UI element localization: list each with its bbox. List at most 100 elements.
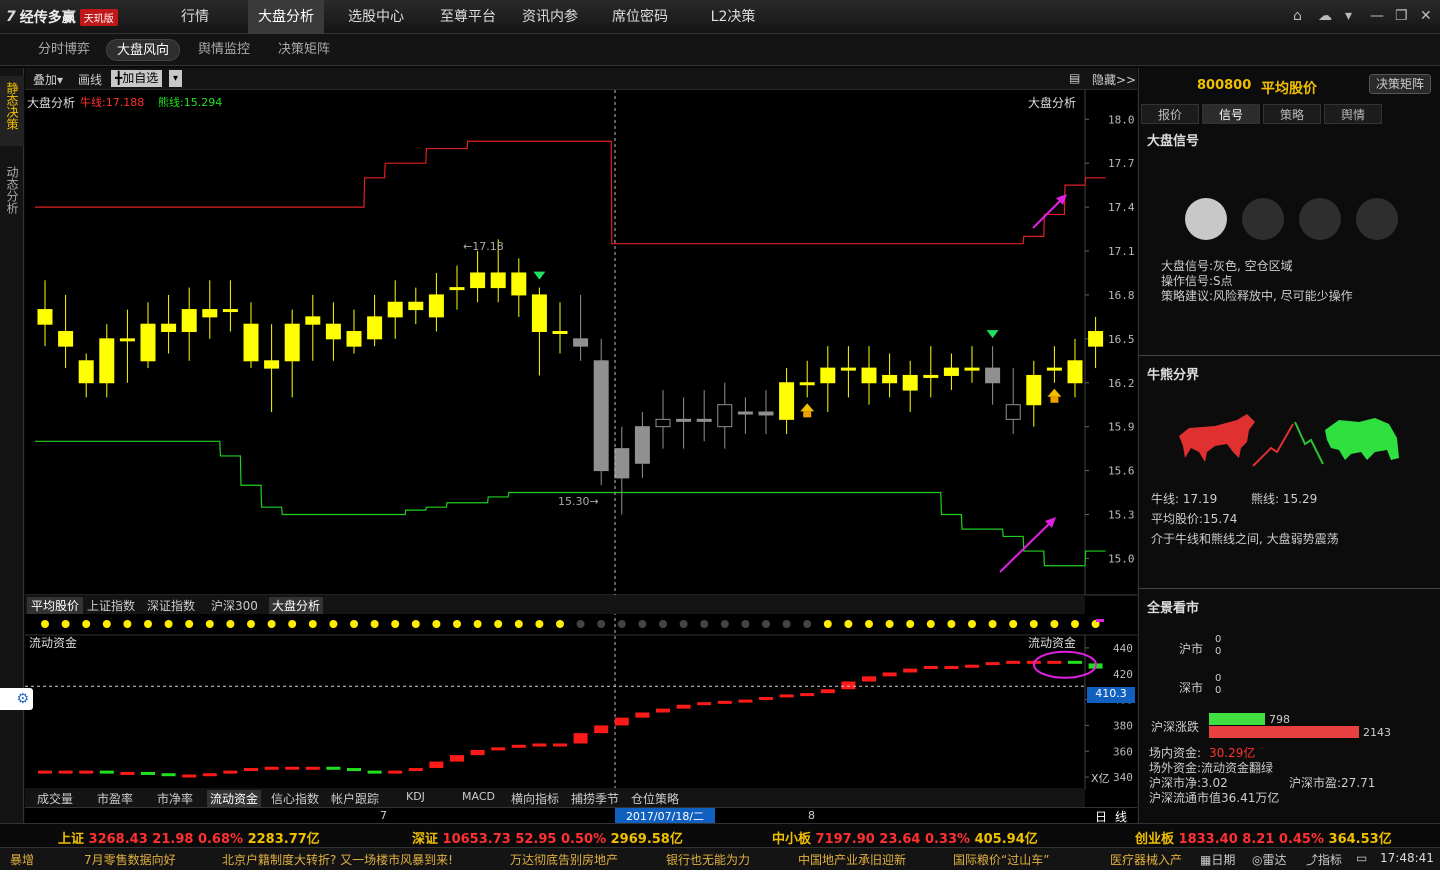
decision-matrix-button[interactable]: 决策矩阵: [1369, 74, 1431, 94]
news-item[interactable]: 中国地产业承旧迎新: [798, 851, 906, 868]
tab-signal[interactable]: 信号: [1202, 104, 1260, 124]
chevron-down-icon[interactable]: ▾: [1345, 8, 1352, 24]
radar-button[interactable]: ◎雷达: [1252, 851, 1287, 868]
news-item[interactable]: 银行也无能为力: [666, 851, 750, 868]
logo-mark-icon: 7: [6, 9, 16, 25]
nav-stock-picker[interactable]: 选股中心: [336, 0, 416, 34]
minimize-icon[interactable]: —: [1370, 8, 1384, 24]
nav-market[interactable]: 行情: [150, 0, 240, 34]
tab-volume[interactable]: 成交量: [37, 790, 73, 807]
candle-body: [408, 301, 424, 311]
tab-quote[interactable]: 报价: [1141, 104, 1199, 124]
tab-static-decision[interactable]: 静态决策: [0, 76, 24, 146]
news-item[interactable]: 医疗器械入产: [1110, 851, 1182, 868]
tab-dynamic-analysis[interactable]: 动态分析: [0, 160, 24, 230]
flow-bar: [965, 664, 979, 668]
news-item[interactable]: 暴增: [10, 851, 34, 868]
candle-body: [573, 338, 589, 347]
flow-bar: [182, 774, 197, 778]
tab-hs300[interactable]: 沪深300: [211, 597, 258, 614]
indicator-icon: ⤴: [1306, 853, 1319, 867]
ticker-sz[interactable]: 深证 10653.73 52.95 0.50% 2969.58亿: [412, 828, 683, 847]
tab-season[interactable]: 捕捞季节: [571, 790, 619, 807]
tab-dynamic-analysis-label: 动态分析: [5, 166, 19, 214]
nav-platform[interactable]: 至尊平台: [428, 0, 508, 34]
news-item[interactable]: 7月零售数据向好: [84, 851, 176, 868]
indicator-tab-strip: 成交量 市盈率 市净率 流动资金 信心指数 帐户跟踪 KDJ MACD 横向指标…: [25, 788, 1085, 807]
signal-dot: [782, 620, 791, 628]
tab-intraday[interactable]: 分时博弈: [28, 39, 100, 61]
tab-account-track[interactable]: 帐户跟踪: [331, 790, 379, 807]
maximize-icon[interactable]: ❐: [1395, 8, 1408, 24]
home-icon[interactable]: ⌂: [1293, 8, 1302, 24]
add-watchlist-dropdown-icon[interactable]: ▾: [169, 70, 182, 87]
ticker-sh[interactable]: 上证 3268.43 21.98 0.68% 2283.77亿: [58, 828, 320, 847]
flow-bar: [553, 743, 567, 747]
date-axis: 7 2017/07/18/二 8 日 线: [25, 807, 1137, 824]
overlay-dropdown[interactable]: 叠加▾: [33, 71, 63, 88]
nav-news[interactable]: 资讯内参: [510, 0, 590, 34]
close-icon[interactable]: ✕: [1420, 8, 1432, 24]
tab-opinion[interactable]: 舆情: [1324, 104, 1382, 124]
sub-tab-bar: 分时博弈 大盘风向 舆情监控 决策矩阵: [0, 34, 1440, 66]
buy-signal-icon: [1047, 388, 1062, 397]
ticker-sme[interactable]: 中小板 7197.90 23.64 0.33% 405.94亿: [772, 828, 1038, 847]
flow-bar: [58, 770, 73, 774]
tab-pb[interactable]: 市净率: [157, 790, 193, 807]
tab-sh-index[interactable]: 上证指数: [87, 597, 135, 614]
flow-bar: [656, 708, 670, 713]
flow-bar: [202, 773, 217, 777]
news-item[interactable]: 万达彻底告别房地产: [510, 851, 618, 868]
highlight-ellipse: [1033, 650, 1097, 679]
nav-seat-code[interactable]: 席位密码: [600, 0, 680, 34]
bear-line-value: 熊线: 15.29: [1251, 492, 1318, 506]
tab-sz-index[interactable]: 深证指数: [147, 597, 195, 614]
nav-l2[interactable]: L2决策: [693, 0, 773, 34]
tab-kdj[interactable]: KDJ: [406, 790, 425, 803]
indicator-button[interactable]: ⤴指标: [1306, 851, 1342, 868]
add-watchlist-button[interactable]: ╋加自选: [111, 70, 163, 87]
tab-liquidity[interactable]: 流动资金: [207, 790, 262, 807]
tab-pe[interactable]: 市盈率: [97, 790, 133, 807]
y-tick-label: 17.7: [1108, 157, 1135, 170]
tab-average-price[interactable]: 平均股价: [27, 597, 83, 614]
sh-market-label: 沪市: [1179, 642, 1204, 656]
nav-market-analysis[interactable]: 大盘分析: [248, 0, 324, 34]
candle-body: [779, 382, 795, 420]
signal-dot: [556, 620, 564, 628]
hide-panel-button[interactable]: 隐藏>>: [1092, 71, 1136, 88]
flow-y-tick-label: 360: [1113, 745, 1133, 758]
chart-svg[interactable]: 18.0 17.7 17.4 17.1 16.8 16.5 16.2 15.9 15.6 15.3…: [25, 90, 1137, 823]
tab-market-analysis[interactable]: 大盘分析: [269, 597, 324, 614]
draw-line-button[interactable]: 画线: [78, 71, 102, 88]
settings-gear-icon[interactable]: ⚙: [0, 688, 33, 710]
flow-y-tick-label: 340: [1113, 771, 1133, 784]
tab-sentiment[interactable]: 舆情监控: [188, 39, 260, 61]
flow-bar: [573, 733, 588, 744]
signal-title: 大盘信号: [1147, 134, 1200, 149]
signal-dot: [926, 620, 935, 628]
chat-icon[interactable]: ☁: [1318, 8, 1332, 24]
news-item[interactable]: 国际粮价“过山车”: [953, 851, 1049, 868]
signal-dot: [885, 620, 894, 628]
candle-body: [243, 323, 259, 362]
calendar-button[interactable]: ▦日期: [1200, 851, 1235, 868]
tab-strategy[interactable]: 策略: [1263, 104, 1321, 124]
flow-bar: [305, 766, 320, 770]
tab-macd[interactable]: MACD: [462, 790, 495, 803]
tab-market-direction[interactable]: 大盘风向: [106, 39, 180, 61]
stock-code: 800800: [1197, 78, 1252, 93]
flow-bar: [862, 676, 876, 682]
ticker-gem[interactable]: 创业板 1833.40 8.21 0.45% 364.53亿: [1135, 828, 1392, 847]
tab-horizontal[interactable]: 横向指标: [511, 790, 559, 807]
candle-body: [325, 323, 341, 340]
bullbear-title: 牛熊分界: [1147, 368, 1200, 383]
tab-confidence[interactable]: 信心指数: [271, 790, 319, 807]
divider-2: [1139, 588, 1440, 589]
tab-decision-matrix[interactable]: 决策矩阵: [268, 39, 340, 61]
layout-icon[interactable]: ▤: [1069, 71, 1080, 85]
tab-position[interactable]: 仓位策略: [631, 790, 679, 807]
flow-bar: [532, 743, 547, 747]
news-item[interactable]: 北京户籍制度大转折? 又一场楼市风暴到来!: [222, 851, 453, 868]
candle-body: [78, 360, 94, 384]
